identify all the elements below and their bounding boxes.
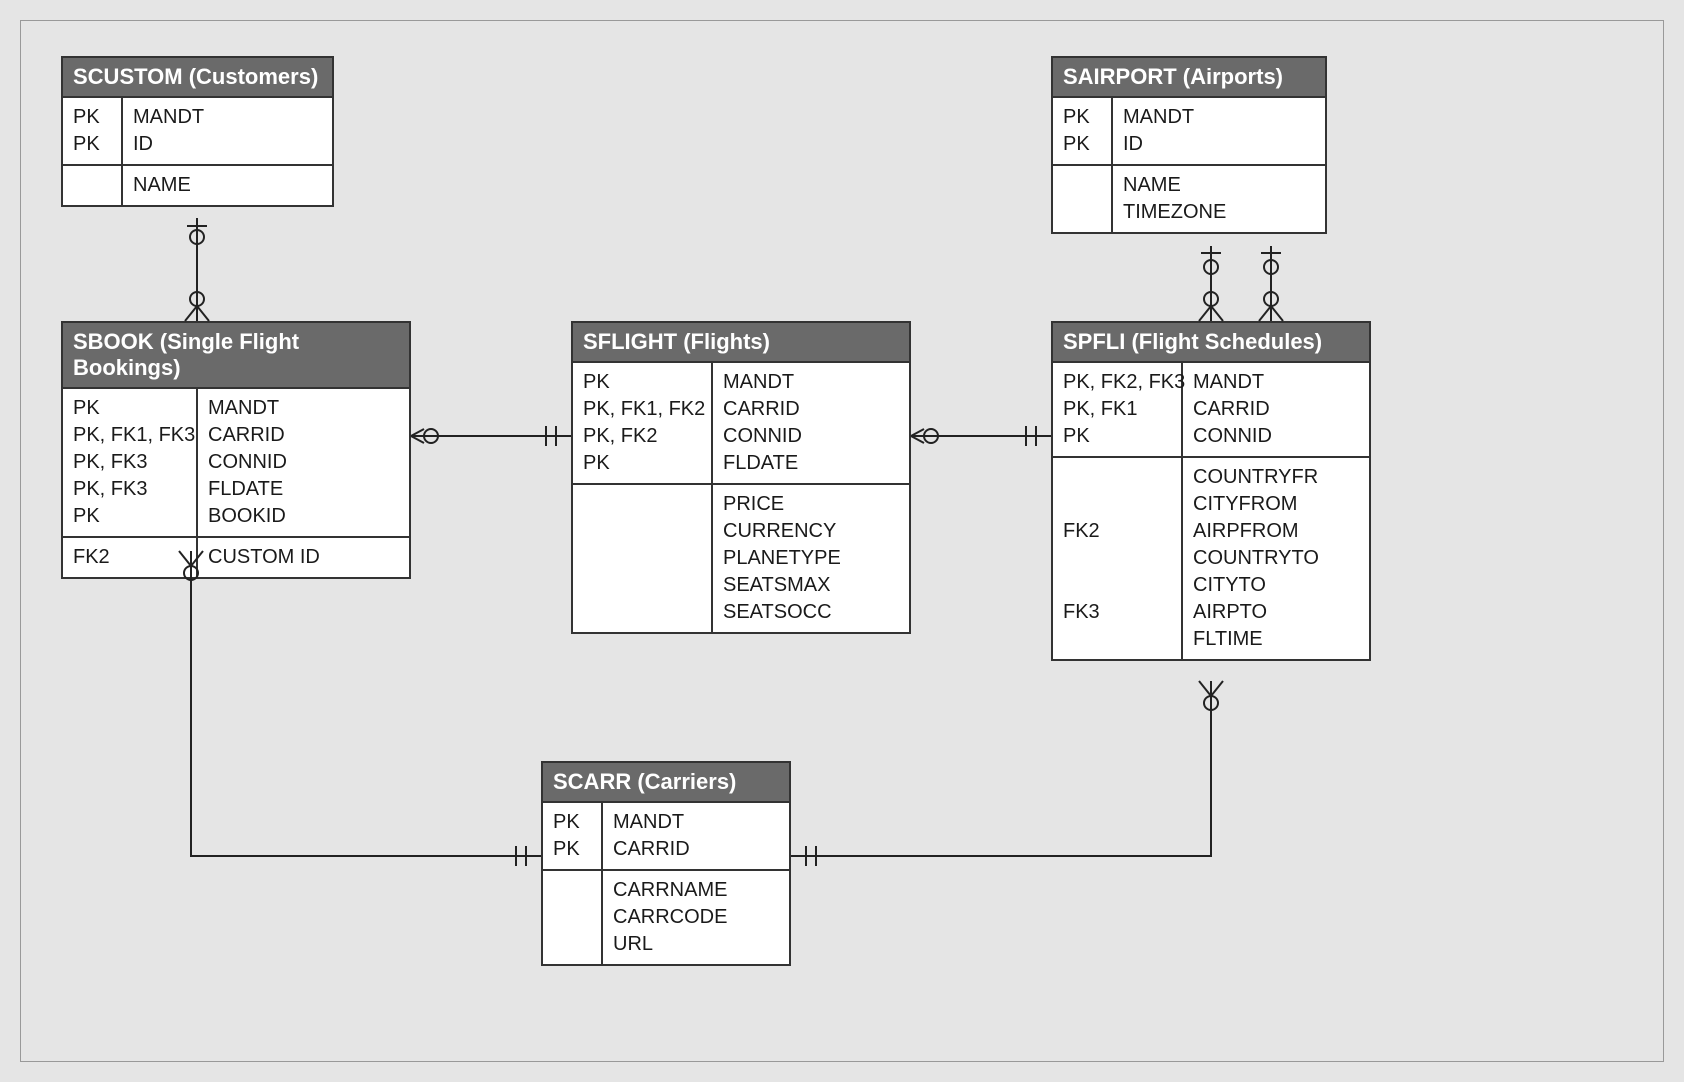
entity-spfli-keys-0: PK, FK2, FK3 PK, FK1 PK <box>1053 363 1183 456</box>
entity-scustom: SCUSTOM (Customers) PK PK MANDT ID NAME <box>61 56 334 207</box>
entity-sairport: SAIRPORT (Airports) PK PK MANDT ID NAME … <box>1051 56 1327 234</box>
entity-sflight-fields-1: PRICE CURRENCY PLANETYPE SEATSMAX SEATSO… <box>713 485 909 632</box>
er-diagram-canvas: SCUSTOM (Customers) PK PK MANDT ID NAME … <box>20 20 1664 1062</box>
entity-spfli: SPFLI (Flight Schedules) PK, FK2, FK3 PK… <box>1051 321 1371 661</box>
entity-sbook-keys-0: PK PK, FK1, FK3 PK, FK3 PK, FK3 PK <box>63 389 198 536</box>
entity-scarr-fields-0: MANDT CARRID <box>603 803 789 869</box>
entity-spfli-fields-0: MANDT CARRID CONNID <box>1183 363 1369 456</box>
entity-spfli-fields-1: COUNTRYFR CITYFROM AIRPFROM COUNTRYTO CI… <box>1183 458 1369 659</box>
entity-sairport-fields-1: NAME TIMEZONE <box>1113 166 1325 232</box>
entity-scustom-keys-0: PK PK <box>63 98 123 164</box>
entity-scarr: SCARR (Carriers) PK PK MANDT CARRID CARR… <box>541 761 791 966</box>
entity-scarr-keys-1 <box>543 871 603 964</box>
entity-sbook-fields-0: MANDT CARRID CONNID FLDATE BOOKID <box>198 389 409 536</box>
entity-scarr-keys-0: PK PK <box>543 803 603 869</box>
entity-sbook-title: SBOOK (Single Flight Bookings) <box>63 323 409 389</box>
entity-scarr-title: SCARR (Carriers) <box>543 763 789 803</box>
entity-scustom-title: SCUSTOM (Customers) <box>63 58 332 98</box>
entity-sflight-keys-0: PK PK, FK1, FK2 PK, FK2 PK <box>573 363 713 483</box>
entity-scarr-fields-1: CARRNAME CARRCODE URL <box>603 871 789 964</box>
entity-sflight: SFLIGHT (Flights) PK PK, FK1, FK2 PK, FK… <box>571 321 911 634</box>
entity-spfli-title: SPFLI (Flight Schedules) <box>1053 323 1369 363</box>
entity-sairport-title: SAIRPORT (Airports) <box>1053 58 1325 98</box>
entity-sflight-title: SFLIGHT (Flights) <box>573 323 909 363</box>
entity-sflight-fields-0: MANDT CARRID CONNID FLDATE <box>713 363 909 483</box>
entity-scustom-keys-1 <box>63 166 123 205</box>
entity-sbook: SBOOK (Single Flight Bookings) PK PK, FK… <box>61 321 411 579</box>
entity-sbook-fields-1: CUSTOM ID <box>198 538 409 577</box>
entity-sairport-keys-0: PK PK <box>1053 98 1113 164</box>
entity-sairport-keys-1 <box>1053 166 1113 232</box>
entity-sairport-fields-0: MANDT ID <box>1113 98 1325 164</box>
entity-spfli-keys-1: FK2 FK3 <box>1053 458 1183 659</box>
entity-scustom-fields-1: NAME <box>123 166 332 205</box>
entity-sflight-keys-1 <box>573 485 713 632</box>
entity-scustom-fields-0: MANDT ID <box>123 98 332 164</box>
entity-sbook-keys-1: FK2 <box>63 538 198 577</box>
